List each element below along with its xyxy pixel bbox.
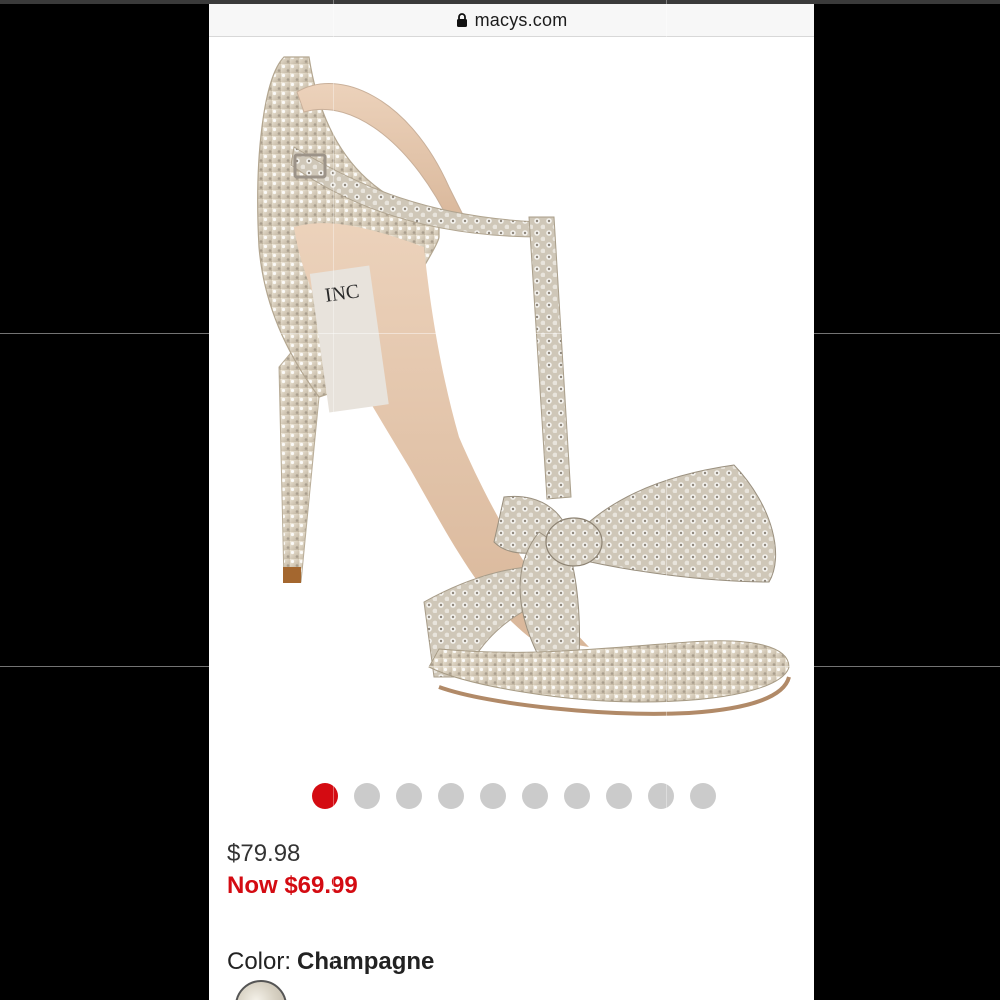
color-swatch-champagne[interactable]	[235, 980, 287, 1000]
carousel-dot-active[interactable]	[311, 783, 338, 809]
carousel-dot[interactable]	[395, 783, 422, 809]
image-carousel-dots	[209, 783, 814, 809]
carousel-dot[interactable]	[689, 783, 716, 809]
color-label: Color:	[227, 948, 292, 975]
sandal-image: INC	[257, 56, 791, 716]
carousel-dot[interactable]	[605, 783, 632, 809]
address-bar[interactable]: macys.com	[209, 4, 814, 37]
carousel-dot[interactable]	[479, 783, 506, 809]
carousel-dot[interactable]	[563, 783, 590, 809]
carousel-dot[interactable]	[521, 783, 548, 809]
sale-price: Now $69.99	[227, 872, 358, 899]
color-value: Champagne	[297, 948, 435, 975]
mobile-browser-window: macys.com INC $79.98 Now $69.99 Color: C…	[209, 4, 814, 1000]
carousel-dot[interactable]	[647, 783, 674, 809]
original-price: $79.98	[227, 840, 301, 867]
url-text: macys.com	[474, 9, 568, 30]
color-selector-label: Color: Champagne	[227, 948, 434, 976]
lock-icon	[456, 13, 467, 27]
product-image[interactable]: INC	[209, 37, 814, 762]
screen-frame: macys.com INC $79.98 Now $69.99 Color: C…	[0, 0, 1000, 1000]
carousel-dot[interactable]	[353, 783, 380, 809]
carousel-dot[interactable]	[437, 783, 464, 809]
